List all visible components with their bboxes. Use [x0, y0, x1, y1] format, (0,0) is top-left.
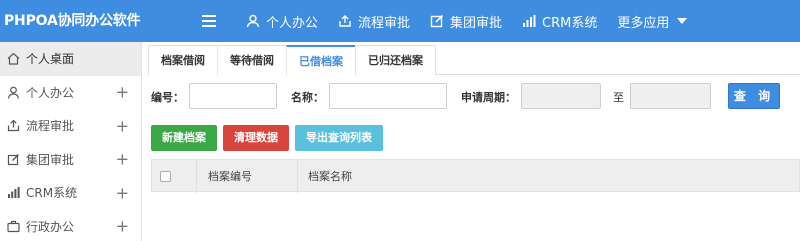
expand-plus-icon[interactable]: + — [116, 116, 129, 135]
sidebar-item-workflow[interactable]: 流程审批 + — [0, 109, 141, 143]
top-nav: 个人办公 流程审批 集团审批 CRM系统 更多应用 — [246, 0, 707, 42]
action-toolbar: 新建档案 清理数据 导出查询列表 — [151, 125, 389, 151]
sidebar-item-label: CRM系统 — [26, 186, 78, 201]
sidebar-item-desktop[interactable]: 个人桌面 — [0, 42, 141, 76]
period-label: 申请周期： — [461, 91, 516, 104]
topnav-label: CRM系统 — [542, 15, 598, 31]
column-divider — [196, 160, 197, 193]
bar-chart-icon — [523, 15, 536, 27]
tab-archive-borrow[interactable]: 档案借阅 — [148, 45, 218, 75]
sidebar-item-crm[interactable]: CRM系统 + — [0, 176, 141, 210]
briefcase-icon — [6, 219, 20, 233]
topnav-item-crm[interactable]: CRM系统 — [522, 0, 597, 42]
tab-returned-archives[interactable]: 已归还档案 — [355, 45, 436, 75]
search-form: 编号： 名称： 申请周期： 至 查 询 — [151, 83, 791, 109]
sidebar-item-group-approval[interactable]: 集团审批 + — [0, 143, 141, 177]
to-label: 至 — [613, 91, 624, 104]
column-header-archive-number[interactable]: 档案编号 — [208, 160, 252, 193]
tab-waiting-borrow[interactable]: 等待借阅 — [217, 45, 287, 75]
number-input[interactable] — [189, 83, 277, 109]
sidebar-item-admin[interactable]: 行政办公 + — [0, 210, 141, 241]
bar-chart-icon — [6, 186, 20, 200]
sidebar-item-personal[interactable]: 个人办公 + — [0, 76, 141, 110]
home-icon — [6, 52, 20, 66]
tab-borrowed-archives[interactable]: 已借档案 — [286, 45, 356, 75]
user-icon — [246, 14, 260, 28]
sidebar-item-label: 流程审批 — [26, 119, 75, 134]
sidebar-item-label: 个人办公 — [26, 85, 75, 100]
edit-icon — [430, 14, 444, 28]
topnav-item-more-apps[interactable]: 更多应用 — [617, 0, 688, 42]
topnav-label: 集团审批 — [450, 15, 503, 31]
select-all-checkbox[interactable] — [160, 171, 171, 182]
export-list-button[interactable]: 导出查询列表 — [295, 125, 383, 151]
chevron-down-icon — [677, 18, 688, 24]
expand-plus-icon[interactable]: + — [116, 150, 129, 169]
sidebar-item-label: 行政办公 — [26, 219, 75, 234]
topnav-label: 更多应用 — [617, 15, 670, 31]
menu-toggle-icon[interactable] — [202, 15, 216, 27]
sidebar: 个人桌面 个人办公 + 流程审批 + 集团审批 + CRM系统 + 行政办公 + — [0, 42, 142, 241]
main-content: 档案借阅 等待借阅 已借档案 已归还档案 编号： 名称： 申请周期： 至 查 询… — [143, 42, 800, 241]
start-date-input[interactable] — [521, 83, 601, 109]
expand-plus-icon[interactable]: + — [116, 183, 129, 202]
search-button[interactable]: 查 询 — [728, 83, 780, 109]
app-title: PHPOA协同办公软件 — [4, 13, 141, 29]
topnav-item-group-approval[interactable]: 集团审批 — [430, 0, 502, 42]
top-bar: PHPOA协同办公软件 个人办公 流程审批 集团审批 CRM系统 更多应用 — [0, 0, 800, 42]
new-archive-button[interactable]: 新建档案 — [151, 125, 217, 151]
column-divider — [297, 160, 298, 193]
expand-plus-icon[interactable]: + — [116, 83, 129, 102]
topnav-label: 流程审批 — [358, 15, 411, 31]
name-label: 名称： — [291, 91, 324, 104]
sidebar-item-label: 个人桌面 — [26, 52, 75, 67]
clear-data-button[interactable]: 清理数据 — [223, 125, 289, 151]
name-input[interactable] — [329, 83, 447, 109]
number-label: 编号： — [151, 91, 184, 104]
column-header-archive-name[interactable]: 档案名称 — [308, 160, 352, 193]
end-date-input[interactable] — [630, 83, 711, 109]
share-icon — [6, 119, 20, 133]
topnav-label: 个人办公 — [266, 15, 319, 31]
topnav-item-personal[interactable]: 个人办公 — [246, 0, 318, 42]
archive-table-header: 档案编号 档案名称 — [151, 159, 800, 193]
expand-plus-icon[interactable]: + — [116, 217, 129, 236]
edit-icon — [6, 152, 20, 166]
tab-bar: 档案借阅 等待借阅 已借档案 已归还档案 — [148, 45, 800, 75]
share-icon — [339, 15, 351, 27]
sidebar-item-label: 集团审批 — [26, 152, 75, 167]
user-icon — [6, 85, 20, 99]
topnav-item-workflow[interactable]: 流程审批 — [338, 0, 410, 42]
